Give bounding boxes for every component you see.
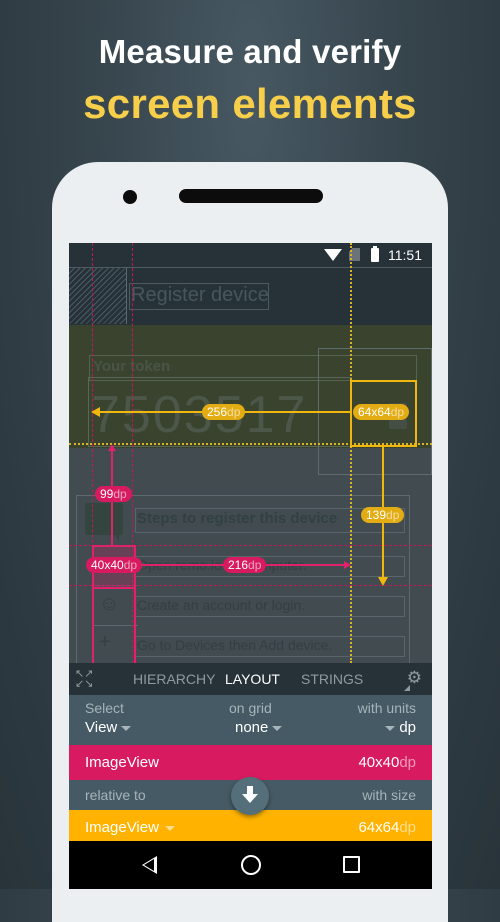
swap-button[interactable] — [231, 777, 269, 815]
grid-dropdown[interactable]: none — [235, 719, 286, 736]
status-bar: 11:51 — [69, 243, 432, 267]
token-value: 7503517 — [91, 386, 308, 444]
dropdown-arrow-icon — [385, 725, 396, 731]
pink-vertical-distance-badge: 99dp — [95, 486, 132, 502]
tab-strings[interactable]: STRINGS — [301, 671, 363, 687]
arrow-right-icon — [344, 561, 351, 569]
tab-hierarchy[interactable]: HIERARCHY — [133, 671, 215, 687]
secondary-view-row[interactable]: ImageView 64x64dp — [69, 810, 432, 845]
tab-layout[interactable]: LAYOUT — [225, 671, 280, 687]
gear-icon[interactable]: ⚙ — [407, 668, 422, 688]
dropdown-arrow-icon — [121, 725, 132, 731]
yellow-size-badge: 64x64dp — [353, 404, 410, 420]
controls-row: Select View on grid none with units dp — [69, 695, 432, 745]
arrow-down-icon — [378, 577, 388, 586]
steps-title: Steps to register this device — [137, 510, 338, 527]
status-time: 11:51 — [388, 247, 422, 263]
wifi-icon — [324, 249, 342, 261]
headline-secondary: screen elements — [83, 80, 417, 127]
primary-view-label: ImageView — [85, 754, 159, 771]
back-button-hatched-region[interactable] — [69, 267, 127, 324]
units-label: with units — [357, 700, 416, 716]
system-nav-bar — [69, 841, 432, 889]
dropdown-arrow-icon — [272, 725, 283, 731]
home-icon[interactable] — [241, 855, 261, 875]
battery-icon — [371, 246, 379, 262]
secondary-view-dropdown[interactable]: ImageView — [85, 819, 175, 836]
select-label: Select — [85, 700, 124, 716]
arrow-left-icon — [91, 407, 100, 417]
back-icon[interactable] — [142, 856, 157, 874]
with-size-label: with size — [362, 787, 416, 803]
primary-view-size: 40x40dp — [358, 754, 416, 771]
yellow-guide-left — [350, 243, 352, 663]
expand-icon[interactable]: ↖↗ ↙↘ — [75, 669, 95, 690]
front-camera-icon — [123, 190, 137, 204]
arrow-up-icon — [108, 444, 116, 451]
relative-to-label: relative to — [85, 787, 146, 803]
select-dropdown[interactable]: View — [85, 719, 135, 736]
secondary-view-size: 64x64dp — [358, 819, 416, 836]
primary-view-row[interactable]: ImageView 40x40dp — [69, 745, 432, 780]
yellow-vertical-distance-badge: 139dp — [361, 507, 405, 523]
inspected-app-title: Register device — [131, 284, 269, 306]
tab-bar: ↖↗ ↙↘ HIERARCHY LAYOUT STRINGS ⚙ — [69, 663, 432, 695]
phone-screen: 11:51 Register device Your token 7503517… — [69, 243, 432, 889]
recents-icon[interactable] — [343, 856, 360, 873]
pink-size-badge: 40x40dp — [86, 557, 143, 573]
dropdown-arrow-icon — [164, 825, 175, 831]
pink-horizontal-distance-badge: 216dp — [223, 557, 267, 573]
inspector-panel: ↖↗ ↙↘ HIERARCHY LAYOUT STRINGS ⚙ Select V… — [69, 663, 432, 845]
chat-bubble-icon — [85, 503, 123, 541]
units-dropdown[interactable]: dp — [381, 719, 416, 736]
grid-label: on grid — [229, 700, 272, 716]
headline-primary: Measure and verify — [98, 33, 402, 70]
step-3-text: Go to Devices then Add device. — [137, 637, 333, 653]
step-2-text: Create an account or login. — [137, 597, 306, 613]
speaker-grille-icon — [179, 189, 323, 203]
horizontal-distance-badge: 256dp — [202, 404, 246, 420]
